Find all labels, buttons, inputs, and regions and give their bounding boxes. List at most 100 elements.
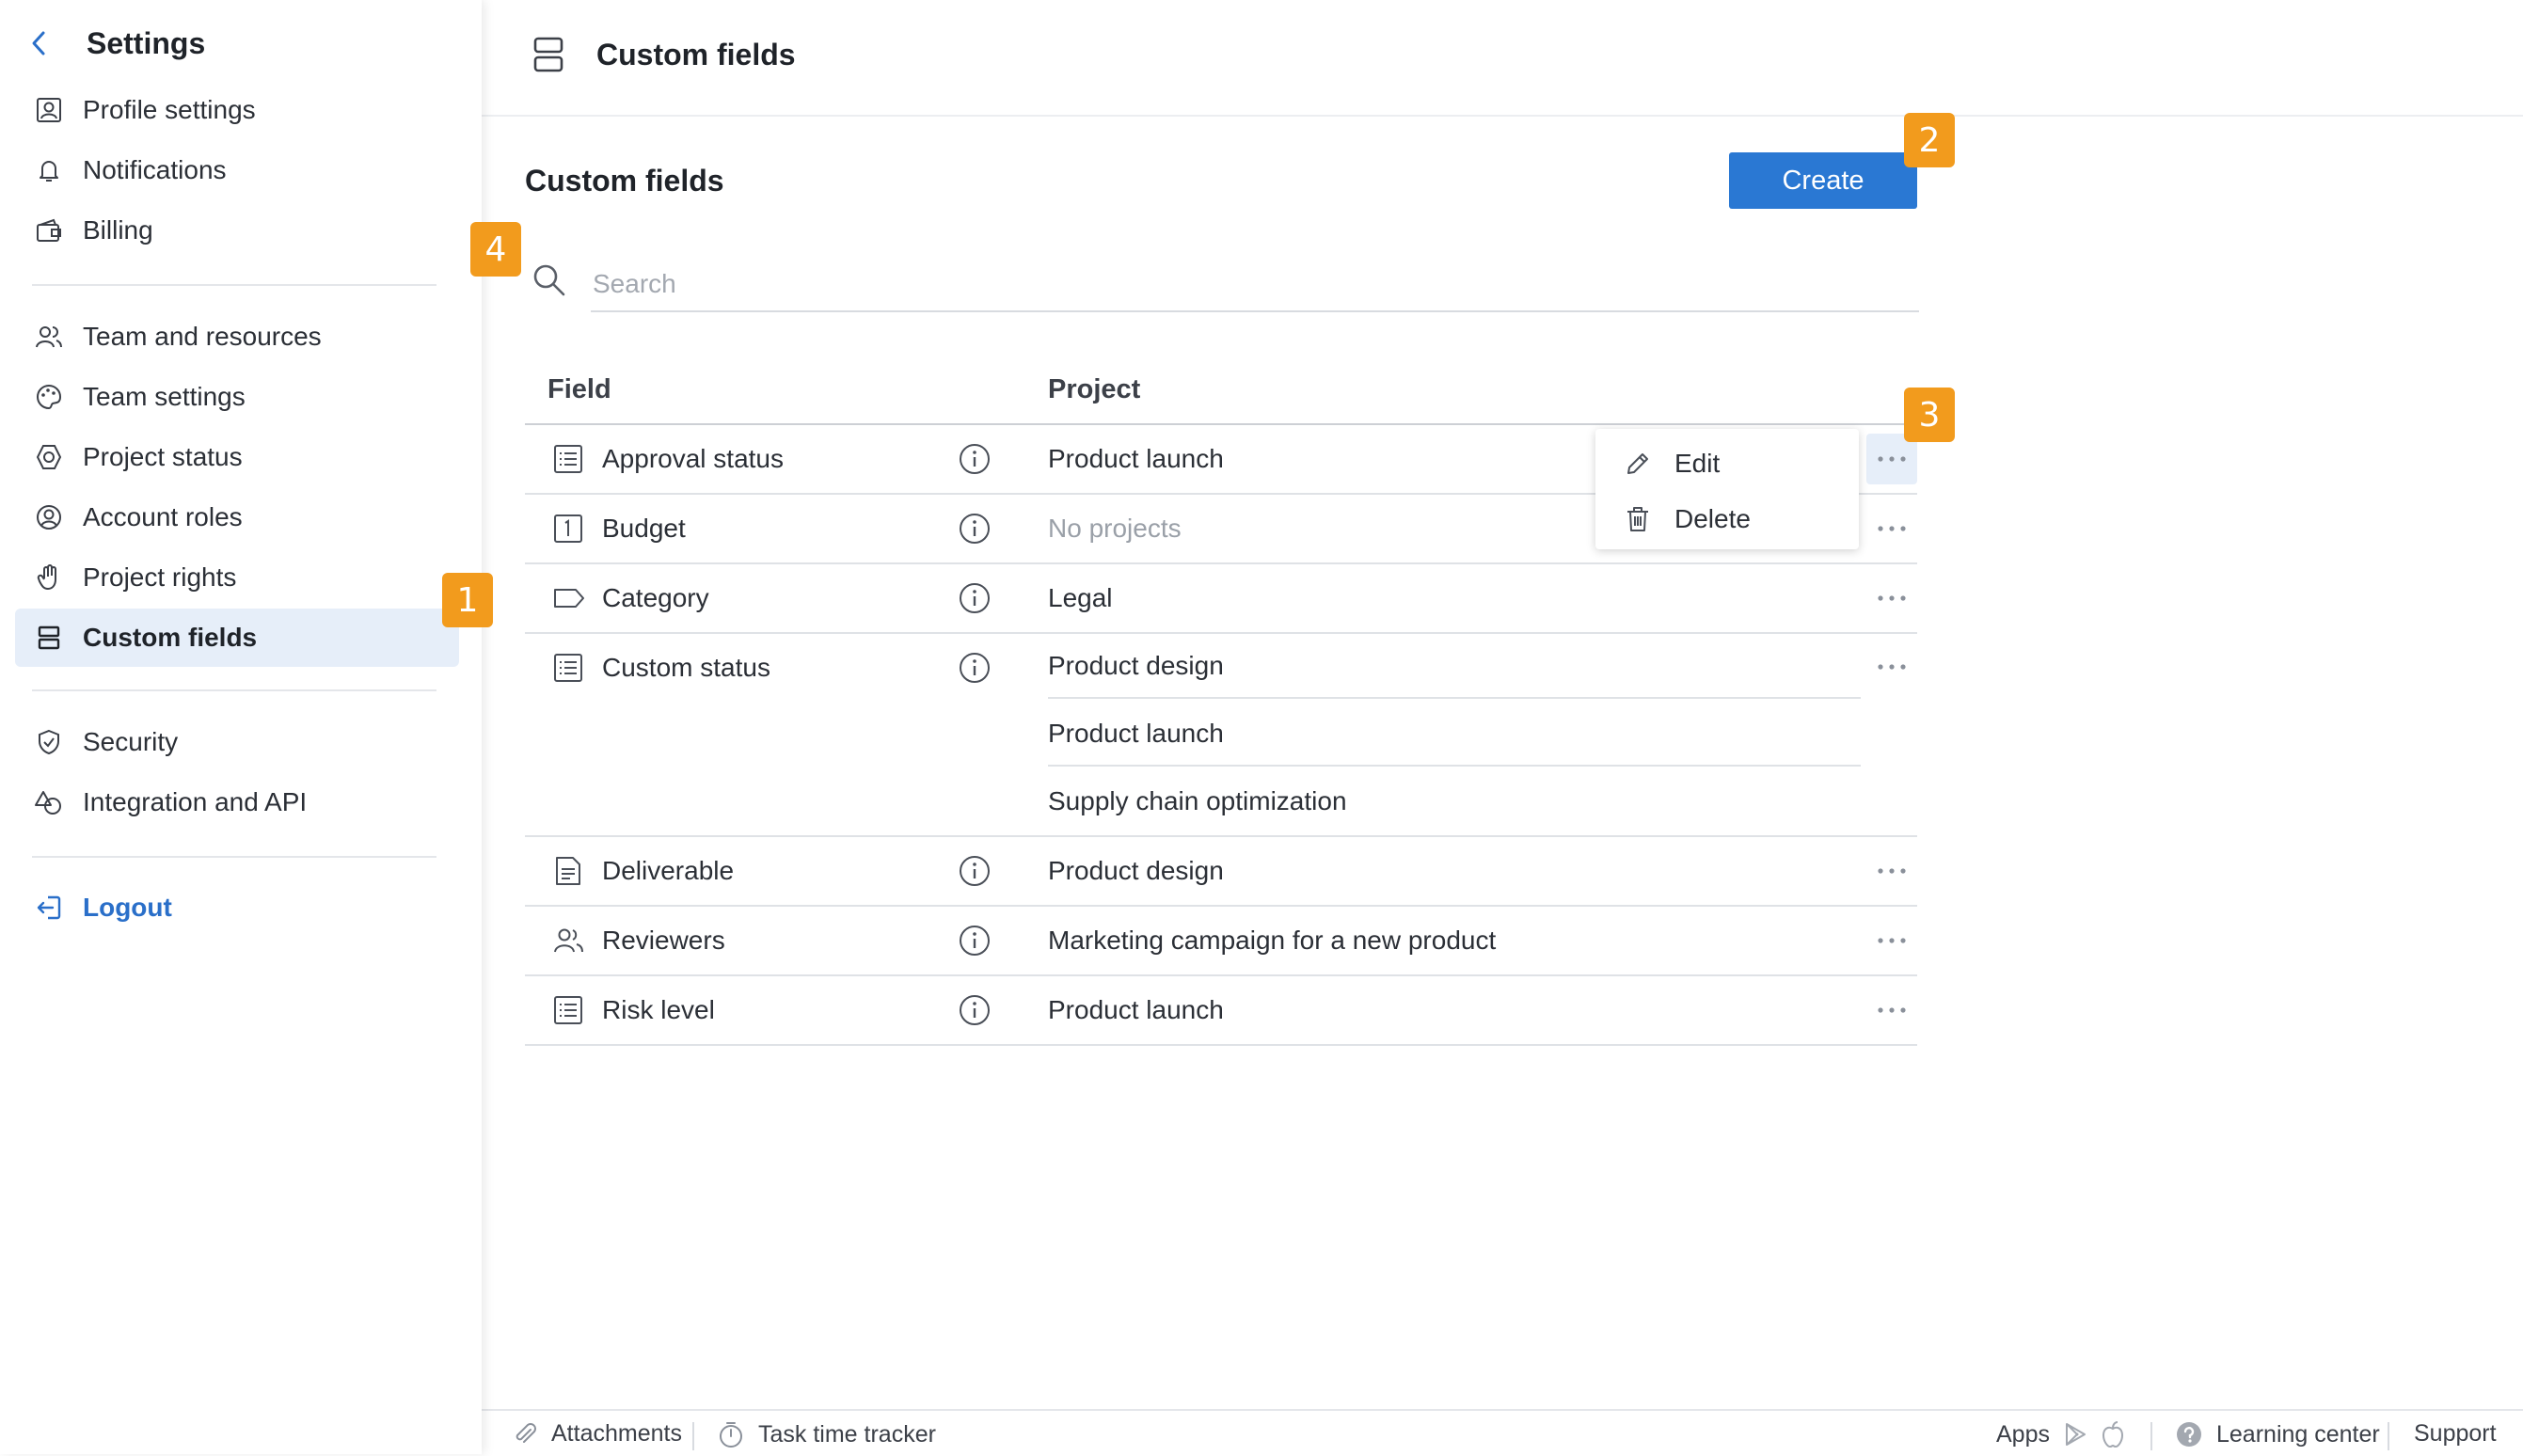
logout-label: Logout: [83, 893, 172, 922]
more-options-icon[interactable]: [1866, 915, 1917, 966]
info-icon[interactable]: [958, 924, 992, 957]
sidebar-divider: [32, 284, 436, 286]
status-icon: [32, 440, 66, 474]
sidebar-item-notifications[interactable]: Notifications: [15, 141, 459, 199]
column-header-project[interactable]: Project: [1048, 374, 1140, 405]
sidebar-item-profile-settings[interactable]: Profile settings: [15, 81, 459, 139]
project-divider: [1048, 765, 1861, 767]
info-icon[interactable]: [958, 651, 992, 685]
project-name: Product launch: [1048, 444, 1224, 473]
sidebar-item-label: Notifications: [83, 155, 227, 184]
sidebar-item-label: Team settings: [83, 382, 246, 411]
support-link[interactable]: Support: [2414, 1420, 2497, 1448]
context-menu: Edit Delete: [1595, 429, 1859, 549]
field-name: Reviewers: [602, 926, 725, 955]
apple-icon[interactable]: [2101, 1420, 2125, 1448]
footer-divider: [692, 1422, 694, 1450]
column-header-field[interactable]: Field: [547, 374, 611, 405]
number-icon: [553, 514, 583, 544]
project-name: Product design: [1048, 651, 1224, 680]
table-row[interactable]: Reviewers Marketing campaign for a new p…: [525, 907, 1917, 976]
more-options-icon[interactable]: [1866, 846, 1917, 896]
footer-divider: [2150, 1422, 2152, 1450]
sidebar-item-team-settings[interactable]: Team settings: [15, 368, 459, 426]
sidebar-item-label: Team and resources: [83, 322, 322, 351]
list-icon: [553, 653, 583, 683]
apps-link[interactable]: Apps: [1996, 1420, 2138, 1448]
page-title: Custom fields: [596, 38, 796, 71]
apps-label: Apps: [1996, 1420, 2050, 1448]
table-row[interactable]: Custom status Product design Product lau…: [525, 634, 1917, 837]
info-icon[interactable]: [958, 512, 992, 546]
back-icon[interactable]: [24, 29, 53, 57]
delete-menu-item[interactable]: Delete: [1595, 493, 1859, 546]
integration-icon: [32, 785, 66, 819]
info-icon[interactable]: [958, 581, 992, 615]
table-row[interactable]: Risk level Product launch: [525, 976, 1917, 1046]
edit-menu-item[interactable]: Edit: [1595, 437, 1859, 490]
learning-center-label: Learning center: [2216, 1420, 2380, 1448]
info-icon[interactable]: [958, 993, 992, 1027]
info-icon[interactable]: [958, 854, 992, 888]
profile-icon: [32, 93, 66, 127]
info-icon[interactable]: [958, 442, 992, 476]
sidebar-item-account-roles[interactable]: Account roles: [15, 488, 459, 546]
edit-label: Edit: [1674, 449, 1721, 478]
project-name: Legal: [1048, 583, 1113, 612]
sidebar-item-billing[interactable]: Billing: [15, 201, 459, 260]
team-icon: [32, 320, 66, 354]
custom-fields-icon: [532, 36, 564, 73]
sidebar-item-label: Project status: [83, 442, 243, 471]
section-title: Custom fields: [525, 164, 724, 198]
field-name: Deliverable: [602, 856, 735, 885]
attachments-label: Attachments: [551, 1420, 682, 1447]
delete-label: Delete: [1674, 504, 1751, 533]
tag-icon: [553, 583, 585, 613]
palette-icon: [32, 380, 66, 414]
sidebar-item-label: Account roles: [83, 502, 243, 531]
annotation-badge: 4: [470, 222, 521, 277]
annotation-badge: 1: [442, 573, 493, 627]
shield-icon: [32, 725, 66, 759]
sidebar-item-label: Security: [83, 727, 179, 756]
logout-button[interactable]: Logout: [15, 878, 459, 937]
task-time-tracker-label: Task time tracker: [758, 1420, 936, 1448]
trash-icon: [1624, 505, 1652, 533]
field-name: Risk level: [602, 995, 715, 1024]
create-button[interactable]: Create: [1729, 152, 1917, 209]
project-name: Product design: [1048, 856, 1224, 885]
sidebar-divider: [32, 689, 436, 691]
sidebar-item-custom-fields[interactable]: Custom fields: [15, 609, 459, 667]
attachments-link[interactable]: Attachments: [512, 1420, 682, 1448]
footer-divider: [2388, 1422, 2389, 1450]
search-bar: [525, 254, 1919, 314]
sidebar-item-team-and-resources[interactable]: Team and resources: [15, 308, 459, 366]
more-options-icon[interactable]: [1866, 641, 1917, 692]
search-input[interactable]: [591, 258, 1919, 312]
sidebar-header: Settings: [24, 23, 205, 64]
sidebar-item-project-status[interactable]: Project status: [15, 428, 459, 486]
field-name: Budget: [602, 514, 686, 543]
pencil-icon: [1624, 451, 1652, 477]
sidebar-item-security[interactable]: Security: [15, 713, 459, 771]
annotation-badge: 3: [1904, 388, 1955, 442]
sidebar-title: Settings: [87, 25, 206, 60]
table-row[interactable]: Category Legal: [525, 564, 1917, 634]
sidebar-item-integration-and-api[interactable]: Integration and API: [15, 773, 459, 831]
footer-bar: Attachments Task time tracker Apps Learn…: [482, 1409, 2523, 1456]
task-time-tracker-link[interactable]: Task time tracker: [717, 1420, 936, 1448]
sidebar-item-label: Billing: [83, 215, 153, 245]
play-store-icon[interactable]: [2063, 1421, 2087, 1448]
sidebar-item-project-rights[interactable]: Project rights: [15, 548, 459, 607]
more-options-icon[interactable]: [1866, 985, 1917, 1036]
project-name: Product launch: [1048, 719, 1224, 748]
learning-center-link[interactable]: Learning center: [2175, 1420, 2380, 1448]
hand-icon: [32, 561, 66, 594]
bell-icon: [32, 153, 66, 187]
paperclip-icon: [512, 1421, 538, 1448]
table-row[interactable]: Deliverable Product design: [525, 837, 1917, 907]
more-options-icon[interactable]: [1866, 503, 1917, 554]
field-name: Approval status: [602, 444, 784, 473]
more-options-icon[interactable]: [1866, 573, 1917, 624]
sidebar-divider: [32, 856, 436, 858]
